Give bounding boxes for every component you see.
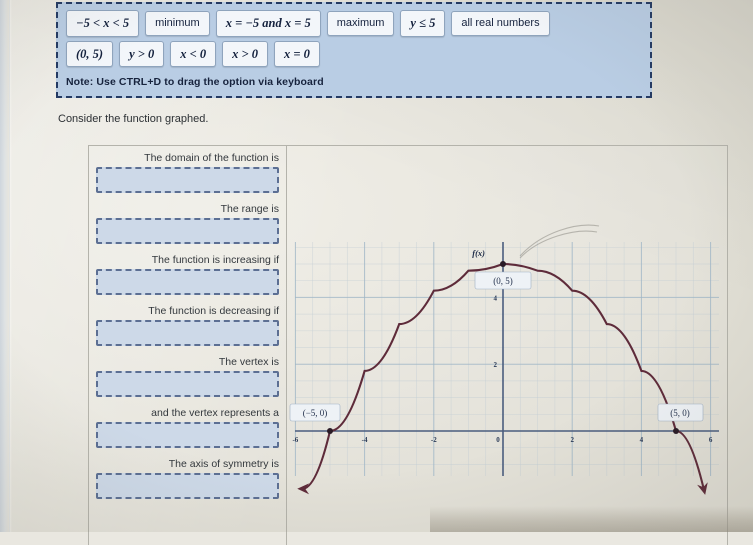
x-tick-label: -6 <box>292 436 298 444</box>
question-block: The function is decreasing if <box>96 305 279 347</box>
graph-svg: -6-4-20246 24 f(x) (0, 5) (−5, 0) <box>289 224 719 495</box>
vertex-label: (0, 5) <box>493 276 513 286</box>
question-label: The range is <box>220 203 279 216</box>
function-graph: -6-4-20246 24 f(x) (0, 5) (−5, 0) <box>287 146 727 545</box>
answer-dropzone[interactable] <box>96 422 279 449</box>
x-tick-label: 6 <box>709 436 713 444</box>
option-chip[interactable]: y > 0 <box>119 40 165 67</box>
option-chip[interactable]: x < 0 <box>170 40 217 67</box>
x-tick-label: 4 <box>640 436 644 444</box>
pencil-scribble-2 <box>519 230 598 259</box>
option-chip[interactable]: y ≤ 5 <box>400 10 446 37</box>
y-tick-label: 4 <box>494 294 498 302</box>
option-chip[interactable]: (0, 5) <box>66 40 114 67</box>
question-label: The axis of symmetry is <box>168 458 279 471</box>
answer-dropzone[interactable] <box>96 218 279 245</box>
answer-dropzone[interactable] <box>96 473 279 500</box>
option-chip[interactable]: x = 0 <box>274 40 320 67</box>
question-block: The axis of symmetry is <box>96 458 279 500</box>
answer-dropzone[interactable] <box>96 371 279 398</box>
page-left-edge-highlight <box>9 0 12 532</box>
right-intercept-point <box>673 428 679 434</box>
right-intercept-label: (5, 0) <box>670 408 690 418</box>
option-chip[interactable]: minimum <box>145 10 210 36</box>
answer-dropzone[interactable] <box>96 269 279 296</box>
option-chip[interactable]: −5 < x < 5 <box>66 10 140 37</box>
y-axis-tick-labels: 24 <box>494 294 498 369</box>
page-title: Consider the function graphed. <box>58 113 209 125</box>
question-block: The range is <box>96 203 279 245</box>
question-label: The domain of the function is <box>144 152 279 164</box>
option-chip[interactable]: x = −5 and x = 5 <box>215 10 321 37</box>
left-intercept-label: (−5, 0) <box>303 408 328 418</box>
question-label: The function is increasing if <box>151 254 279 267</box>
x-tick-label: -2 <box>431 436 437 444</box>
option-bank-row-1: −5 < x < 5 minimum x = −5 and x = 5 maximum… <box>66 10 642 37</box>
option-bank: −5 < x < 5 minimum x = −5 and x = 5 maximum… <box>56 2 652 98</box>
function-label: f(x) <box>472 248 485 258</box>
option-chip[interactable]: x > 0 <box>222 40 268 67</box>
question-block: and the vertex represents a <box>96 407 279 449</box>
answer-dropzone[interactable] <box>96 320 279 347</box>
vertex-point <box>500 261 506 267</box>
keyboard-drag-note: Note: Use CTRL+D to drag the option via … <box>66 76 324 88</box>
x-tick-label: -4 <box>362 436 368 444</box>
option-bank-row-2: (0, 5) y > 0x < 0x > 0x = 0 <box>66 40 642 67</box>
x-tick-label: 2 <box>570 436 574 444</box>
pencil-scribble <box>519 224 600 257</box>
question-block: The function is increasing if <box>96 254 279 296</box>
questions-panel: The domain of the function is The range i… <box>89 146 287 545</box>
question-label: The function is decreasing if <box>148 305 279 318</box>
option-chip[interactable]: maximum <box>326 10 395 36</box>
question-label: The vertex is <box>218 356 279 369</box>
option-chip[interactable]: all real numbers <box>451 10 550 36</box>
y-tick-label: 2 <box>494 361 498 369</box>
question-label: and the vertex represents a <box>151 407 279 420</box>
exercise-container: The domain of the function is The range i… <box>88 145 728 545</box>
graph-panel: -6-4-20246 24 f(x) (0, 5) (−5, 0) <box>287 146 727 545</box>
left-intercept-point <box>327 428 333 434</box>
question-block: The vertex is <box>96 356 279 398</box>
answer-dropzone[interactable] <box>96 167 279 194</box>
x-tick-label: 0 <box>496 436 500 444</box>
question-block: The domain of the function is <box>96 152 279 194</box>
